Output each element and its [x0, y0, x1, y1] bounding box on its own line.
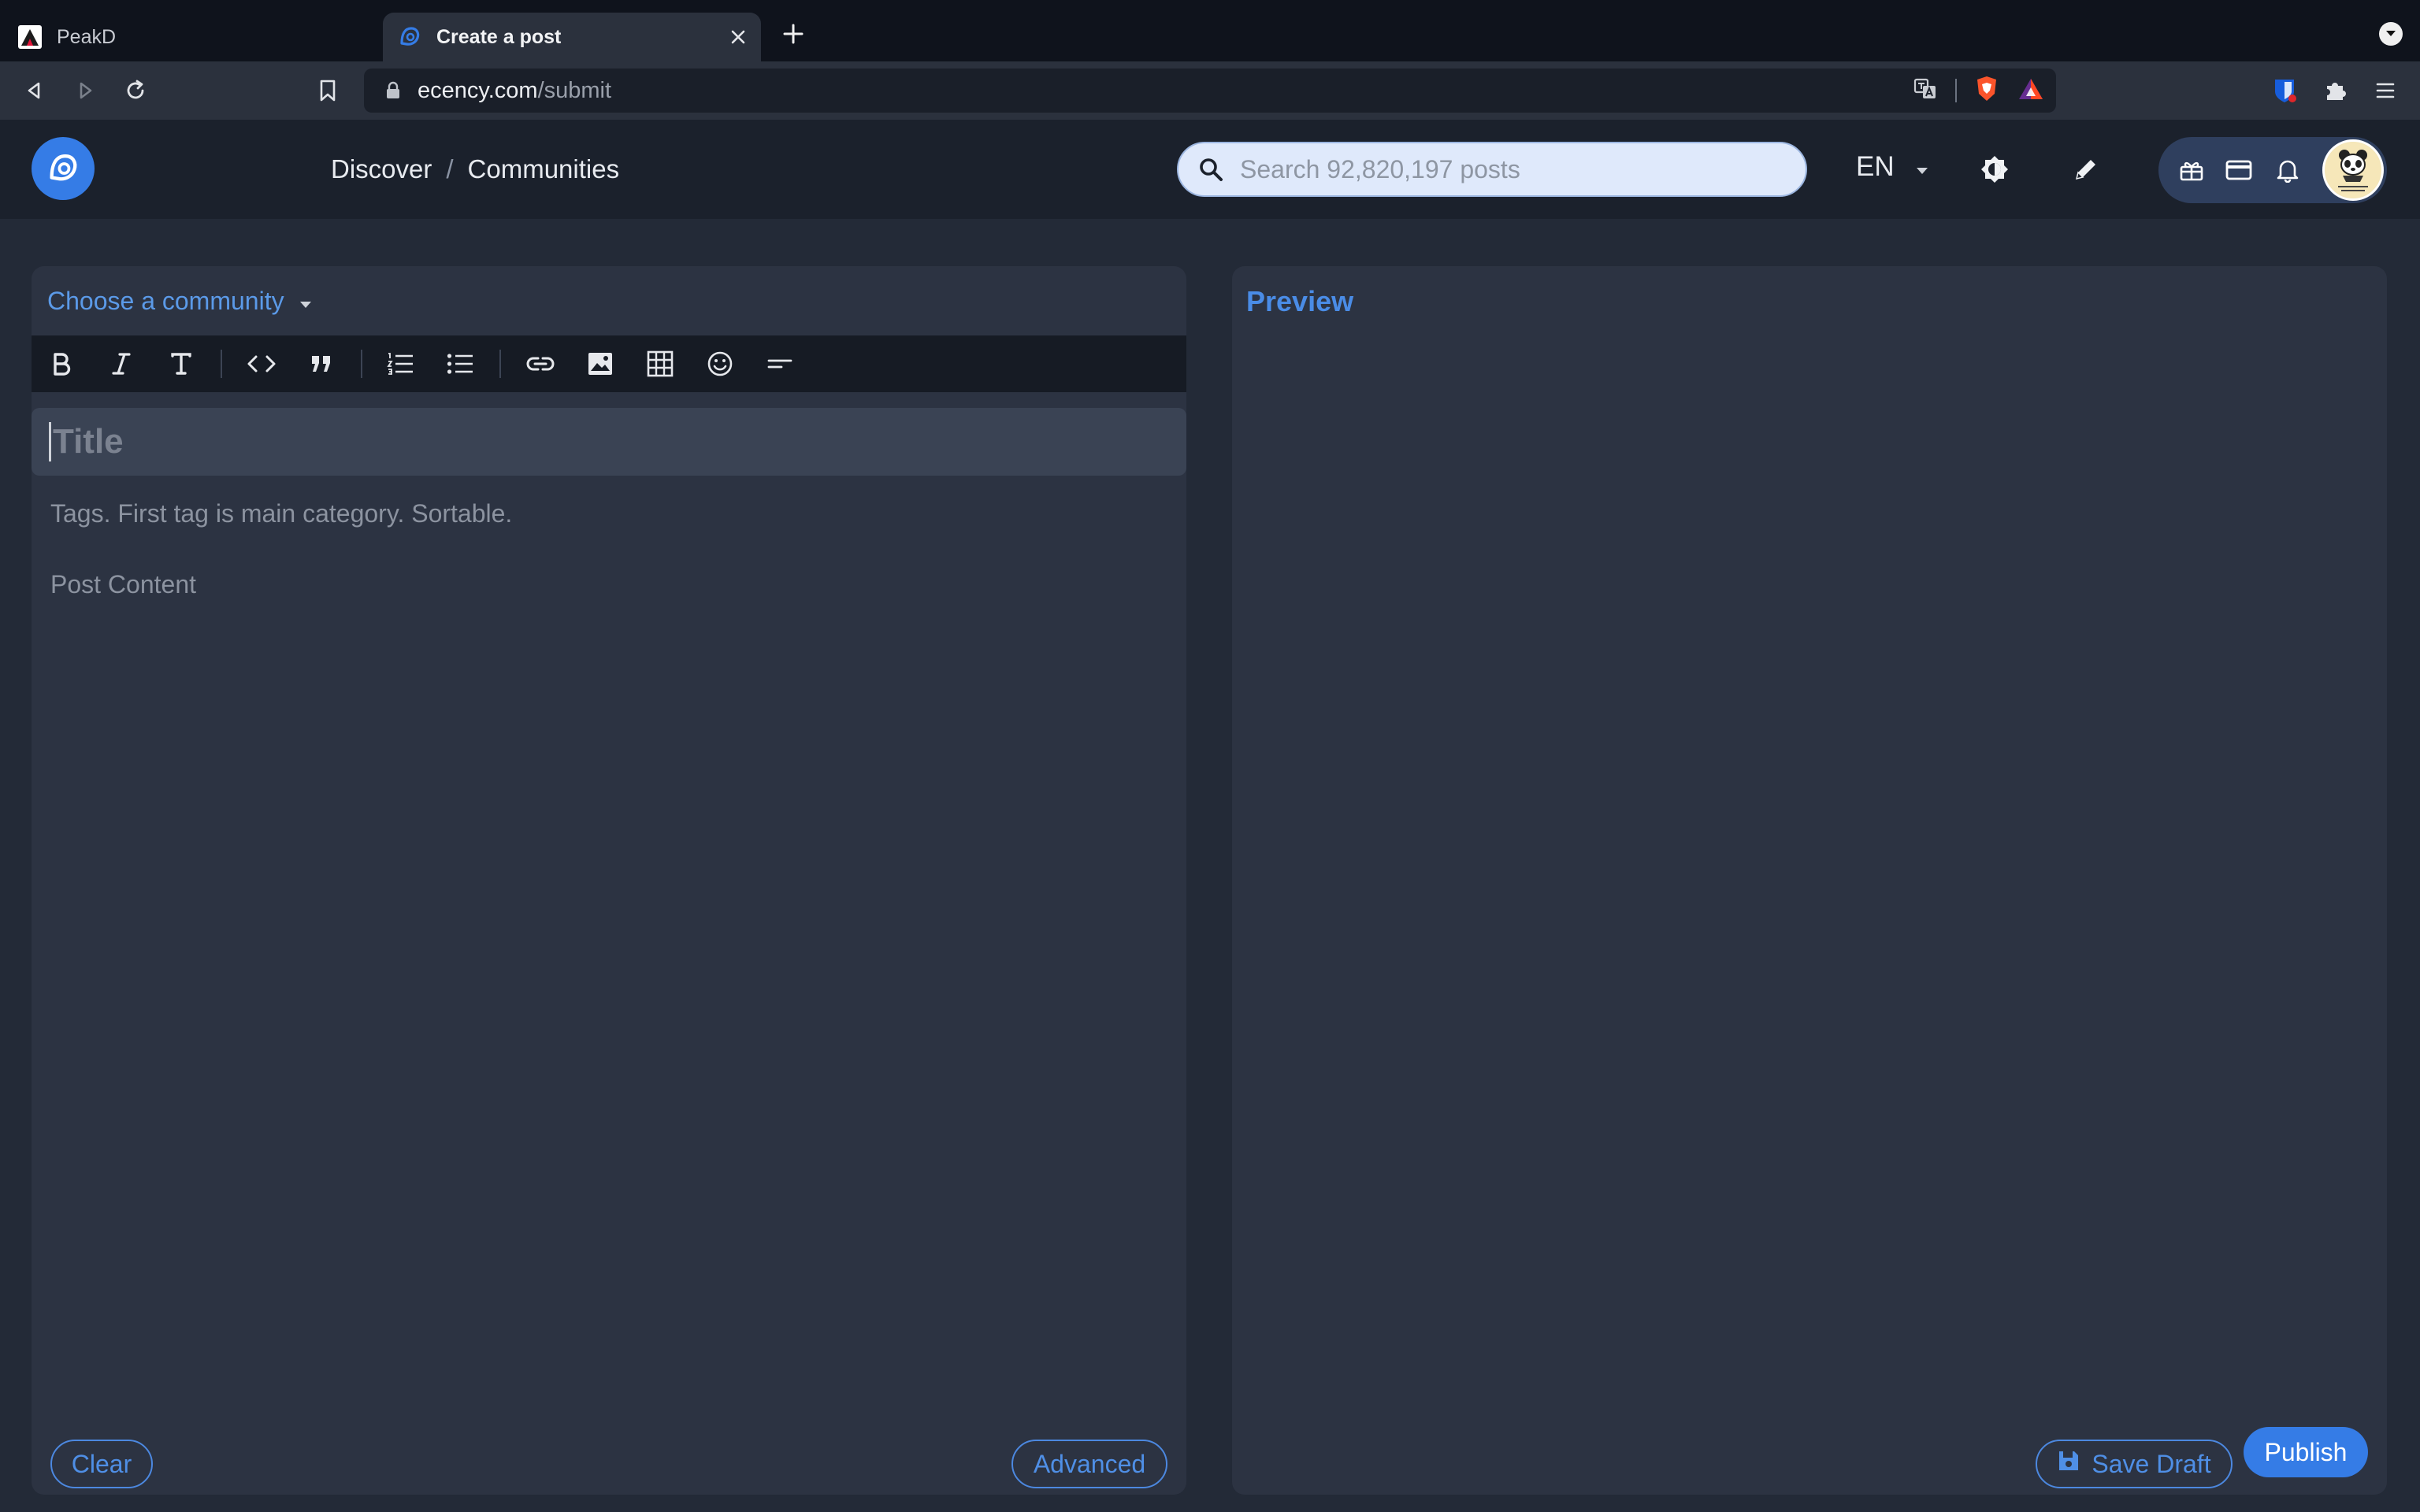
advanced-button[interactable]: Advanced	[1011, 1440, 1167, 1488]
new-tab-plus-icon[interactable]	[780, 20, 807, 47]
quote-icon[interactable]	[306, 348, 337, 380]
lock-icon	[383, 79, 403, 102]
tab-list-dropdown-icon[interactable]	[2379, 22, 2403, 46]
nav-separator: /	[446, 154, 454, 183]
language-selector[interactable]: EN	[1856, 151, 1929, 183]
wallet-card-icon[interactable]	[2223, 154, 2255, 186]
publish-button[interactable]: Publish	[2244, 1427, 2368, 1477]
address-bar[interactable]: ecency.com/submit	[364, 69, 2056, 113]
search-icon	[1197, 156, 1224, 183]
address-bar-separator	[1955, 79, 1957, 102]
gift-icon[interactable]	[2176, 154, 2207, 186]
save-draft-button[interactable]: Save Draft	[2036, 1440, 2233, 1488]
url-host: ecency.com	[418, 77, 538, 103]
brave-shields-icon[interactable]	[1974, 75, 1999, 107]
community-selector-label: Choose a community	[47, 287, 284, 315]
language-code: EN	[1856, 151, 1895, 182]
heading-icon[interactable]	[165, 348, 197, 380]
nav-discover-link[interactable]: Discover	[331, 154, 432, 184]
ordered-list-icon[interactable]	[384, 348, 416, 380]
tags-input[interactable]	[50, 499, 1153, 528]
forward-arrow-icon[interactable]	[69, 75, 101, 106]
separator-icon[interactable]	[764, 348, 796, 380]
browser-toolbar: ecency.com/submit	[0, 61, 2420, 120]
title-field[interactable]	[32, 408, 1186, 476]
toolbar-separator	[361, 350, 362, 378]
clear-button[interactable]: Clear	[50, 1440, 153, 1488]
theme-toggle-icon[interactable]	[1977, 152, 2012, 187]
ecency-logo-icon[interactable]	[32, 137, 95, 200]
save-floppy-icon	[2057, 1449, 2080, 1479]
caret-down-icon	[1915, 151, 1929, 183]
browser-tab-create-post[interactable]: Create a post	[383, 13, 761, 61]
community-selector[interactable]: Choose a community	[47, 287, 313, 316]
bitwarden-extension-icon[interactable]	[2269, 75, 2300, 106]
tab-title: PeakD	[57, 25, 117, 48]
ecency-logo-icon	[397, 24, 422, 50]
translate-icon[interactable]	[1913, 76, 1938, 106]
url-text: ecency.com/submit	[418, 78, 611, 104]
emoji-icon[interactable]	[704, 348, 736, 380]
user-menu-pill	[2158, 137, 2387, 203]
preview-heading: Preview	[1246, 285, 1354, 317]
bookmark-icon[interactable]	[312, 75, 343, 106]
notifications-bell-icon[interactable]	[2272, 154, 2303, 186]
preview-panel: Preview Save Draft Publish	[1232, 266, 2387, 1495]
browser-tab-peakd[interactable]: PeakD	[0, 13, 383, 61]
toolbar-separator	[221, 350, 222, 378]
browser-tab-bar: PeakD Create a post	[0, 0, 2420, 61]
link-icon[interactable]	[525, 348, 556, 380]
url-path: /submit	[537, 77, 612, 103]
avatar[interactable]	[2322, 139, 2384, 201]
unordered-list-icon[interactable]	[444, 348, 476, 380]
search-input[interactable]	[1240, 154, 1791, 184]
address-bar-actions	[1913, 75, 2045, 106]
main-nav: Discover / Communities	[331, 154, 619, 184]
search-box[interactable]	[1177, 142, 1807, 197]
formatting-toolbar	[32, 335, 1186, 392]
tab-title: Create a post	[436, 25, 562, 48]
save-draft-label: Save Draft	[2092, 1449, 2211, 1478]
toolbar-separator	[499, 350, 501, 378]
app-header: Discover / Communities EN	[0, 120, 2420, 219]
nav-communities-link[interactable]: Communities	[468, 154, 620, 184]
caret-down-icon	[299, 287, 313, 316]
back-arrow-icon[interactable]	[19, 75, 50, 106]
table-icon[interactable]	[644, 348, 676, 380]
italic-icon[interactable]	[106, 348, 137, 380]
bold-icon[interactable]	[46, 348, 77, 380]
browser-menu-icon[interactable]	[2370, 75, 2401, 106]
title-input[interactable]	[49, 422, 1152, 461]
extensions-puzzle-icon[interactable]	[2319, 75, 2351, 106]
post-content-editor[interactable]	[50, 570, 1161, 1358]
code-icon[interactable]	[246, 348, 277, 380]
reload-icon[interactable]	[120, 75, 151, 106]
editor-panel: Choose a community Title Tags. First tag…	[32, 266, 1186, 1495]
write-post-pencil-icon[interactable]	[2069, 152, 2103, 187]
brave-rewards-icon[interactable]	[2017, 76, 2045, 106]
close-tab-icon[interactable]	[725, 24, 752, 50]
peakd-logo-icon	[17, 24, 43, 50]
image-icon[interactable]	[585, 348, 616, 380]
